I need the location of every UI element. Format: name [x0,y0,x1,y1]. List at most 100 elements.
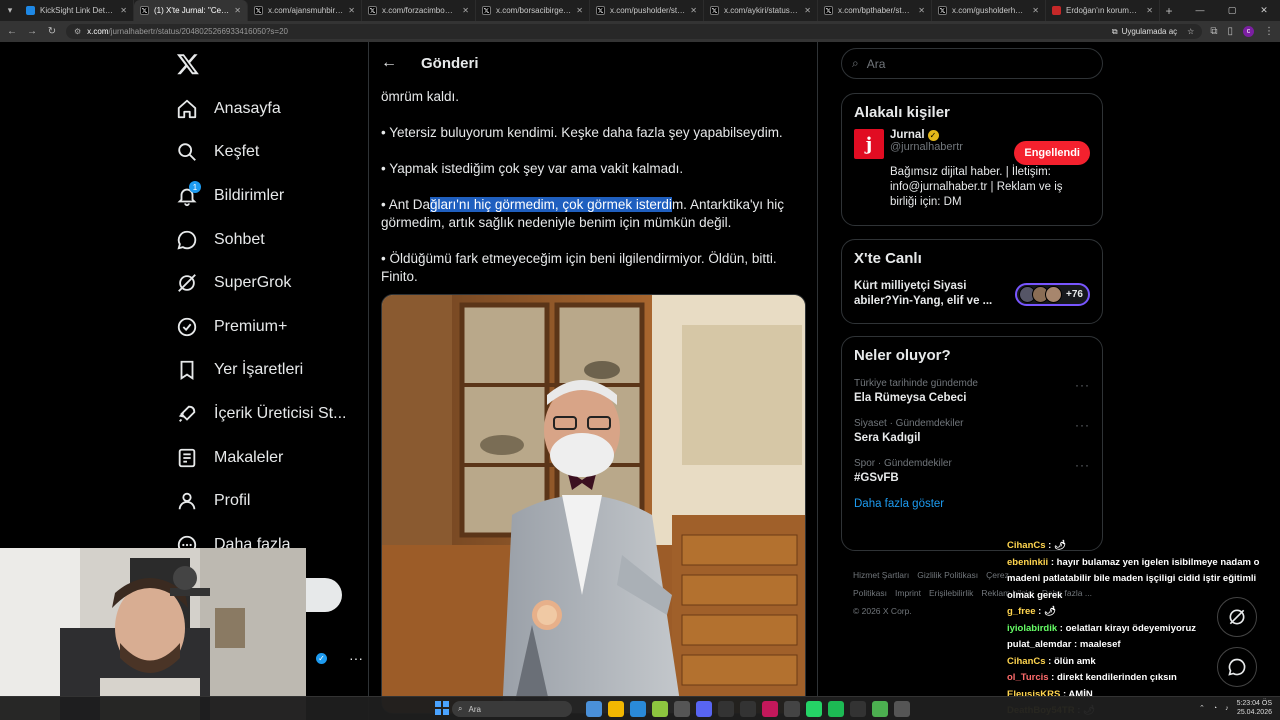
jurnal-avatar[interactable]: j [854,129,884,159]
taskbar-app-icon[interactable] [740,701,756,717]
x-logo-icon[interactable] [176,52,200,76]
browser-tab[interactable]: 𝕏x.com/forzacimbom/status/20 ✕ [362,0,476,21]
tab-close-icon[interactable]: ✕ [576,6,583,15]
browser-tab[interactable]: 𝕏x.com/gusholderhaber/status ✕ [932,0,1046,21]
tab-close-icon[interactable]: ✕ [462,6,469,15]
network-icon[interactable]: ◔ [1213,705,1217,712]
tab-close-icon[interactable]: ✕ [234,6,241,15]
browser-menu-icon[interactable]: ⋮ [1264,26,1274,37]
nav-item-bookmark[interactable]: Yer İşaretleri [176,355,303,385]
browser-tab[interactable]: 𝕏x.com/borsacibirgenc/status/ ✕ [476,0,590,21]
post-button[interactable] [306,578,342,612]
live-space-title[interactable]: Kürt milliyetçi Siyasi abiler?Yin-Yang, … [854,279,1004,309]
nav-item-chat[interactable]: Sohbet [176,225,265,255]
tab-close-icon[interactable]: ✕ [1146,6,1153,15]
close-window-icon[interactable]: ✕ [1248,5,1280,16]
volume-icon[interactable]: ♪ [1225,705,1229,712]
minimize-icon[interactable]: — [1184,5,1216,16]
taskbar-search[interactable]: ⌕ Ara [452,701,572,717]
taskbar-app-icon[interactable] [872,701,888,717]
chat-username[interactable]: iyiolabirdik [1007,623,1057,634]
taskbar-app-icon[interactable] [894,701,910,717]
blocked-button[interactable]: Engellendi [1014,141,1090,165]
chat-username[interactable]: ol_Turcis [1007,672,1049,683]
live-space[interactable]: Kürt milliyetçi Siyasi abiler?Yin-Yang, … [842,275,1102,319]
taskbar-app-icon[interactable] [850,701,866,717]
browser-tab[interactable]: KickSight Link Detector ✕ [20,0,134,21]
taskbar-app-icon[interactable] [718,701,734,717]
tab-close-icon[interactable]: ✕ [120,6,127,15]
account-name[interactable]: Jurnal [890,129,925,141]
chat-username[interactable]: ebeninkii [1007,557,1048,568]
bookmark-star-icon[interactable]: ☆ [1187,27,1194,36]
taskbar-app-icon[interactable] [674,701,690,717]
tab-search-icon[interactable]: ▾ [0,0,20,21]
trend-item[interactable]: Siyaset · Gündemdekiler Sera Kadıgil ··· [842,412,1102,452]
post-photo[interactable] [381,294,806,714]
discord-icon[interactable] [696,701,712,717]
more-options-icon[interactable]: ··· [1075,378,1090,392]
browser-tab[interactable]: 𝕏x.com/ajansmuhbir1923/status ✕ [248,0,362,21]
more-options-icon[interactable]: ··· [1075,458,1090,472]
account-switcher[interactable]: ✓ ··· [306,650,363,666]
nav-item-rocket[interactable]: İçerik Üreticisi St... [176,399,346,429]
file-explorer-icon[interactable] [608,701,624,717]
browser-tab[interactable]: 𝕏x.com/aykiri/status/2047749 ✕ [704,0,818,21]
url-field[interactable]: ⚙ x.com/jurnalhabertr/status/20480252669… [66,24,1203,39]
more-options-icon[interactable]: ··· [1075,418,1090,432]
new-tab-button[interactable]: + [1160,4,1178,18]
footer-link[interactable]: Gizlilik Politikası [917,570,978,580]
chat-username[interactable]: pulat_alemdar [1007,639,1071,650]
footer-link[interactable]: Erişilebilirlik [929,588,973,598]
nav-item-home[interactable]: Anasayfa [176,94,281,124]
clock[interactable]: 5:23:04 ÖS 25.04.2026 [1237,699,1272,717]
taskbar-app-icon[interactable] [586,701,602,717]
tab-close-icon[interactable]: ✕ [1032,6,1039,15]
forward-icon[interactable]: → [26,26,38,37]
taskbar-app-icon[interactable] [762,701,778,717]
more-dots-icon[interactable]: ··· [349,650,363,666]
trend-meta: Spor · Gündemdekiler [854,458,952,469]
open-in-app-button[interactable]: Uygulamada aç [1122,27,1178,36]
extensions-icon[interactable]: ⧉ [1210,26,1217,37]
nav-item-search[interactable]: Keşfet [176,137,259,167]
tab-close-icon[interactable]: ✕ [348,6,355,15]
search-box[interactable]: ⌕ Ara [841,48,1103,79]
back-icon[interactable]: ← [6,26,18,37]
reload-icon[interactable]: ↻ [46,26,58,37]
live-listeners[interactable]: +76 [1015,282,1090,306]
back-arrow-icon[interactable]: ← [381,54,397,72]
edge-icon[interactable] [630,701,646,717]
whatsapp-icon[interactable] [806,701,822,717]
footer-link[interactable]: Imprint [895,588,921,598]
browser-tab[interactable]: Erdoğan'ın korumaları da var ✕ [1046,0,1160,21]
show-more-link[interactable]: Daha fazla göster [842,492,1102,520]
chrome-icon[interactable] [652,701,668,717]
trend-item[interactable]: Spor · Gündemdekiler #GSvFB ··· [842,452,1102,492]
browser-tab[interactable]: 𝕏x.com/bpthaber/status/2048 ✕ [818,0,932,21]
nav-item-premium[interactable]: Premium+ [176,312,287,342]
nav-item-articles[interactable]: Makaleler [176,443,283,473]
chat-username[interactable]: CihanCs [1007,540,1046,551]
maximize-icon[interactable]: ▢ [1216,5,1248,16]
browser-tab[interactable]: 𝕏 (1) X'te Jurnal: "Celal Şengör... ✕ [134,0,248,21]
tab-close-icon[interactable]: ✕ [804,6,811,15]
nav-item-grok[interactable]: SuperGrok [176,268,291,298]
spotify-icon[interactable] [828,701,844,717]
windows-start-icon[interactable] [435,701,449,715]
tray-chevron-icon[interactable]: ⌃ [1199,704,1205,712]
nav-item-profile[interactable]: Profil [176,486,250,516]
chat-username[interactable]: g_free [1007,606,1036,617]
site-info-icon[interactable]: ⚙ [74,27,81,36]
search-input[interactable]: Ara [867,57,886,71]
trend-item[interactable]: Türkiye tarihinde gündemde Ela Rümeysa Ce… [842,372,1102,412]
sidebar-icon[interactable]: ▯ [1227,26,1233,37]
chat-username[interactable]: CihanCs [1007,656,1046,667]
tab-close-icon[interactable]: ✕ [690,6,697,15]
taskbar-app-icon[interactable] [784,701,800,717]
footer-link[interactable]: Hizmet Şartları [853,570,909,580]
browser-tab[interactable]: 𝕏x.com/pusholder/status/2047 ✕ [590,0,704,21]
tab-close-icon[interactable]: ✕ [918,6,925,15]
nav-item-bell[interactable]: 1 Bildirimler [176,181,284,211]
profile-avatar[interactable]: c [1243,26,1254,37]
